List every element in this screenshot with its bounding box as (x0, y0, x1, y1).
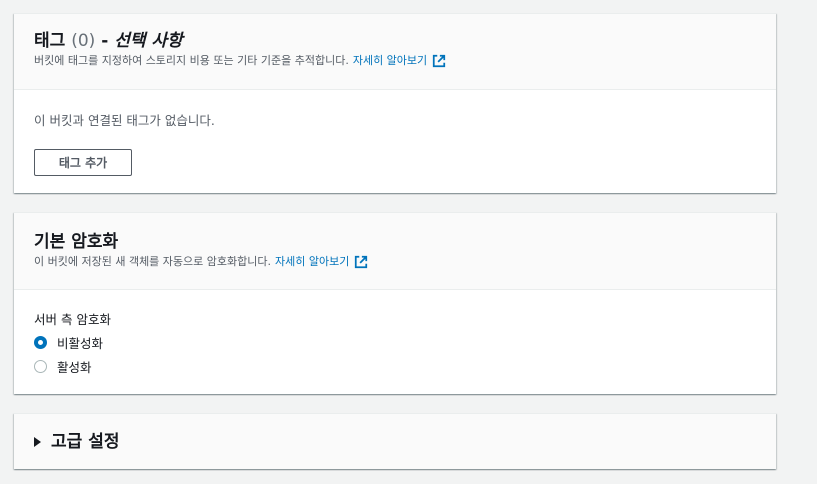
tags-panel-header: 태그 (0) - 선택 사항 버킷에 태그를 지정하여 스토리지 비용 또는 기… (14, 14, 776, 90)
radio-button-enable[interactable] (34, 359, 47, 373)
tags-empty-text: 이 버킷과 연결된 태그가 없습니다. (34, 113, 215, 128)
tags-description-text: 버킷에 태그를 지정하여 스토리지 비용 또는 기타 기준을 추적합니다. (34, 54, 349, 67)
external-link-icon[interactable] (432, 54, 446, 68)
encryption-description: 이 버킷에 저장된 새 객체를 자동으로 암호화합니다. 자세히 알아보기 (34, 254, 756, 270)
radio-button-disable[interactable] (34, 335, 47, 349)
tags-title: 태그 (0) - 선택 사항 (34, 30, 756, 52)
caret-right-icon (34, 437, 41, 447)
encryption-panel-body: 서버 측 암호화 비활성화 활성화 (14, 290, 776, 378)
encryption-panel-header: 기본 암호화 이 버킷에 저장된 새 객체를 자동으로 암호화합니다. 자세히 … (14, 213, 776, 290)
radio-label-enable: 활성화 (57, 359, 92, 375)
tags-description: 버킷에 태그를 지정하여 스토리지 비용 또는 기타 기준을 추적합니다. 자세… (34, 53, 756, 69)
tags-panel: 태그 (0) - 선택 사항 버킷에 태그를 지정하여 스토리지 비용 또는 기… (14, 13, 776, 193)
encryption-learn-more-link[interactable]: 자세히 알아보기 (275, 254, 349, 270)
radio-option-enable[interactable]: 활성화 (34, 354, 756, 378)
add-tag-button[interactable]: 태그 추가 (34, 149, 132, 176)
advanced-settings-title: 고급 설정 (51, 432, 120, 452)
tags-title-text: 태그 (34, 31, 66, 51)
radio-option-disable[interactable]: 비활성화 (34, 330, 756, 354)
radio-label-disable: 비활성화 (57, 335, 104, 351)
advanced-settings-panel: 고급 설정 (14, 413, 776, 469)
encryption-description-text: 이 버킷에 저장된 새 객체를 자동으로 암호화합니다. (34, 255, 271, 268)
external-link-icon[interactable] (354, 255, 368, 269)
encryption-radio-group: 비활성화 활성화 (34, 330, 756, 378)
tags-panel-body: 이 버킷과 연결된 태그가 없습니다. 태그 추가 (14, 110, 776, 176)
server-side-encryption-label: 서버 측 암호화 (34, 312, 111, 327)
tags-count: (0) (71, 31, 96, 51)
encryption-title: 기본 암호화 (34, 232, 119, 252)
tags-optional: 선택 사항 (114, 31, 183, 51)
tags-learn-more-link[interactable]: 자세히 알아보기 (353, 53, 427, 69)
encryption-panel: 기본 암호화 이 버킷에 저장된 새 객체를 자동으로 암호화합니다. 자세히 … (14, 212, 776, 394)
advanced-settings-toggle[interactable]: 고급 설정 (14, 414, 776, 470)
tags-title-separator: - (101, 31, 109, 51)
